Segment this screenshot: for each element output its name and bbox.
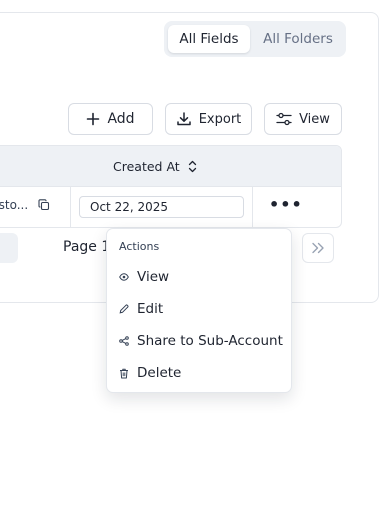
menu-item-label: Edit [137, 301, 164, 317]
menu-title: Actions [119, 240, 160, 253]
add-button-label: Add [107, 111, 135, 127]
menu-item-delete[interactable]: Delete [119, 362, 181, 384]
share-icon [119, 336, 129, 346]
tab-all-fields[interactable]: All Fields [168, 25, 250, 53]
sliders-icon [276, 112, 292, 126]
page-indicator: Page 1 [63, 239, 111, 255]
eye-icon [119, 273, 129, 281]
trash-icon [120, 368, 128, 378]
view-options-label: View [299, 111, 330, 127]
table-header: Created At [0, 146, 341, 187]
tab-all-folders[interactable]: All Folders [254, 25, 342, 53]
export-button-label: Export [198, 111, 242, 127]
created-at-field[interactable]: Oct 22, 2025 [79, 196, 244, 218]
sort-icon [188, 160, 196, 173]
row-actions-button[interactable]: ••• [269, 195, 303, 214]
menu-item-label: Share to Sub-Account [137, 333, 283, 349]
row-actions-menu: Actions View Edit Share to Sub-Account D… [106, 228, 292, 393]
menu-item-edit[interactable]: Edit [119, 298, 163, 320]
truncated-value: usto... [0, 198, 29, 212]
pagination-prev-button[interactable] [0, 233, 18, 263]
column-divider [252, 187, 253, 227]
plus-icon [87, 112, 100, 126]
export-button[interactable]: Export [165, 103, 252, 135]
fields-folders-toggle: All Fields All Folders [164, 21, 346, 57]
menu-item-share-sub-account[interactable]: Share to Sub-Account [119, 330, 283, 352]
column-header-created-at[interactable]: Created At [113, 146, 197, 187]
pencil-icon [119, 304, 129, 314]
menu-item-label: Delete [137, 365, 182, 381]
download-icon [176, 112, 191, 126]
data-table: Created At usto... Oct 22, 2025 ••• [0, 145, 342, 228]
pagination-last-button[interactable] [302, 233, 334, 263]
column-divider [70, 187, 71, 227]
menu-item-label: View [137, 269, 170, 285]
menu-item-view[interactable]: View [119, 266, 169, 288]
add-button[interactable]: Add [68, 103, 153, 135]
table-cell-text: usto... [0, 198, 50, 212]
chevrons-right-icon [312, 242, 324, 254]
view-options-button[interactable]: View [264, 103, 342, 135]
column-header-label: Created At [113, 159, 180, 174]
copy-icon[interactable] [38, 199, 50, 211]
